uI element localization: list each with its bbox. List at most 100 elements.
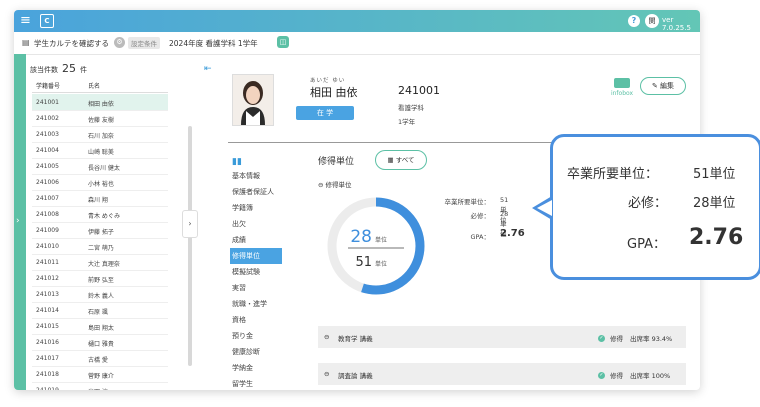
- row-student-name: 石川 加奈: [88, 133, 114, 140]
- infobox-label: infobox: [610, 90, 634, 97]
- menu-item[interactable]: 就職・進学: [230, 296, 286, 312]
- row-student-name: 樋口 雅貴: [88, 341, 114, 348]
- chevron-right-icon[interactable]: ›: [16, 216, 20, 226]
- infobox-icon: [614, 78, 630, 88]
- credits-subtitle[interactable]: ⊖ 修得単位: [318, 179, 352, 189]
- course-panel[interactable]: ⊖ 教育学 講義 ✓ 修得 出席率 93.4%: [318, 326, 686, 348]
- course-status: 修得: [610, 335, 623, 343]
- collapse-icon[interactable]: ⊖: [324, 370, 329, 378]
- table-row[interactable]: 241004 山崎 聡美: [32, 142, 168, 159]
- menu-item[interactable]: 修得単位: [230, 248, 282, 264]
- collapse-icon[interactable]: ⊖: [324, 333, 329, 341]
- detail-menu: ▮▮ 基本情報 保護者保証人 学籍簿 出欠 成績 修得単位 模擬試験 実習 就職・進学 資格 預り金…: [230, 154, 286, 390]
- row-student-name: 小林 裕也: [88, 181, 114, 188]
- menu-item[interactable]: 資格: [230, 312, 286, 328]
- row-student-id: 241003: [36, 131, 59, 138]
- app-bar: ≡ C ? 関 ver 7.0.25.5: [14, 10, 700, 32]
- row-student-id: 241018: [36, 371, 59, 378]
- menu-item[interactable]: 留学生: [230, 376, 286, 390]
- row-student-id: 241013: [36, 291, 59, 298]
- table-row[interactable]: 241015 島田 翔太: [32, 318, 168, 335]
- menu-item[interactable]: 預り金: [230, 328, 286, 344]
- settings-icon[interactable]: ⚙: [114, 37, 125, 48]
- table-row[interactable]: 241005 長谷川 健太: [32, 158, 168, 175]
- menu-item[interactable]: 模擬試験: [230, 264, 286, 280]
- condition-badge[interactable]: 設定条件: [128, 37, 160, 49]
- table-row[interactable]: 241018 菅野 康介: [32, 366, 168, 383]
- menu-item[interactable]: 学納金: [230, 360, 286, 376]
- callout-value-required: 51単位: [693, 167, 736, 182]
- user-avatar[interactable]: 関: [645, 14, 659, 28]
- table-row[interactable]: 241002 佐藤 友樹: [32, 110, 168, 127]
- table-row[interactable]: 241007 森川 翔: [32, 190, 168, 207]
- header-student-id[interactable]: 学籍番号: [36, 81, 60, 90]
- row-student-id: 241001: [36, 99, 59, 106]
- course-name: 調査論 講義: [338, 372, 373, 380]
- table-row[interactable]: 241013 鈴木 義人: [32, 286, 168, 303]
- page-title: 学生カルテを確認する: [34, 39, 109, 48]
- student-department: 看護学科: [398, 104, 424, 112]
- menu-item[interactable]: 保護者保証人: [230, 184, 286, 200]
- table-row[interactable]: 241003 石川 加奈: [32, 126, 168, 143]
- table-row[interactable]: 241011 大辻 真理奈: [32, 254, 168, 271]
- callout-value-compulsory: 28単位: [693, 196, 736, 211]
- table-row[interactable]: 241014 石原 颯: [32, 302, 168, 319]
- menu-item[interactable]: 基本情報: [230, 168, 286, 184]
- menu-item[interactable]: 学籍簿: [230, 200, 286, 216]
- course-status: 修得: [610, 372, 623, 380]
- donut-earned-unit: 単位: [375, 236, 387, 244]
- edit-button[interactable]: ✎ 編集: [640, 77, 686, 95]
- row-student-id: 241019: [36, 387, 59, 390]
- check-icon: ✓: [598, 335, 605, 342]
- row-student-id: 241011: [36, 259, 59, 266]
- app-logo[interactable]: C: [40, 14, 54, 28]
- menu-icon[interactable]: ≡: [20, 13, 31, 29]
- row-student-name: 島田 翔太: [88, 325, 114, 332]
- donut-required-value: 51: [355, 255, 372, 270]
- list-scrollbar[interactable]: [188, 126, 192, 366]
- row-student-id: 241004: [36, 147, 59, 154]
- table-row[interactable]: 241006 小林 裕也: [32, 174, 168, 191]
- table-row[interactable]: 241012 前野 弘至: [32, 270, 168, 287]
- table-row[interactable]: 241001 相田 由依: [32, 94, 168, 111]
- callout-bubble: 卒業所要単位： 51単位 必修： 28単位 GPA： 2.76: [550, 134, 760, 280]
- table-row[interactable]: 241009 伊藤 拓子: [32, 222, 168, 239]
- menu-item[interactable]: 実習: [230, 280, 286, 296]
- donut-earned-value: 28: [350, 227, 372, 247]
- table-row[interactable]: 241017 古橋 愛: [32, 350, 168, 367]
- row-student-name: 大辻 真理奈: [88, 261, 120, 268]
- row-student-name: 前野 弘至: [88, 277, 114, 284]
- row-student-name: 鈴木 義人: [88, 293, 114, 300]
- result-count: 該当件数 25 件: [30, 62, 87, 75]
- student-name: 相田 由依: [310, 86, 358, 99]
- course-panel[interactable]: ⊖ 調査論 講義 ✓ 修得 出席率 100%: [318, 363, 686, 385]
- back-arrow-icon[interactable]: ⇤: [204, 64, 212, 74]
- row-student-id: 241006: [36, 179, 59, 186]
- table-row[interactable]: 241008 青木 めぐみ: [32, 206, 168, 223]
- table-row[interactable]: 241010 二宮 萌乃: [32, 238, 168, 255]
- show-all-button[interactable]: ▦ すべて: [375, 150, 427, 170]
- credits-donut-chart: 28 単位 51 単位: [327, 197, 425, 295]
- help-icon[interactable]: ?: [628, 15, 640, 27]
- table-row[interactable]: 241019 米田 涼: [32, 382, 168, 390]
- book-icon: ▮▮: [232, 157, 242, 167]
- section-title: 修得単位: [318, 157, 355, 167]
- header-name[interactable]: 氏名: [88, 81, 100, 90]
- student-grade: 1学年: [398, 118, 416, 126]
- row-student-id: 241008: [36, 211, 59, 218]
- table-row[interactable]: 241016 樋口 雅貴: [32, 334, 168, 351]
- callout-label-compulsory: 必修：: [628, 196, 668, 211]
- menu-item[interactable]: 成績: [230, 232, 286, 248]
- row-student-id: 241002: [36, 115, 59, 122]
- enrollment-status: 在 学: [296, 106, 354, 120]
- filter-icon[interactable]: ◫: [277, 36, 289, 48]
- menu-item[interactable]: 出欠: [230, 216, 286, 232]
- row-student-name: 長谷川 健太: [88, 165, 120, 172]
- course-name: 教育学 講義: [338, 335, 373, 343]
- callout-value-gpa: 2.76: [689, 225, 744, 250]
- menu-item[interactable]: 健康診断: [230, 344, 286, 360]
- row-student-name: 青木 めぐみ: [88, 213, 121, 220]
- collapse-panel-button[interactable]: ›: [182, 210, 198, 238]
- infobox-button[interactable]: infobox: [610, 78, 634, 97]
- side-rail[interactable]: ›: [14, 54, 26, 390]
